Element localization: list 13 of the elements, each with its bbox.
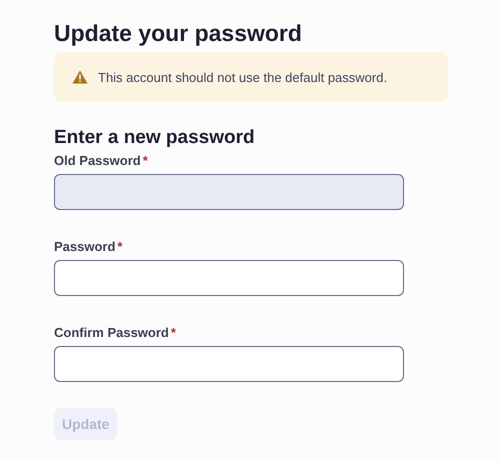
password-field[interactable]: [54, 174, 404, 210]
required-mark: *: [142, 152, 148, 168]
field-label: Old Password: [54, 152, 141, 168]
password-field[interactable]: [54, 260, 404, 296]
password-field[interactable]: [54, 346, 404, 382]
alert-message: This account should not use the default password.: [98, 70, 388, 84]
page-title: Update your password: [54, 19, 303, 48]
field-label: Confirm Password: [54, 324, 169, 340]
required-mark: *: [117, 238, 122, 254]
required-mark: *: [170, 324, 176, 340]
section-heading: Enter a new password: [54, 126, 256, 150]
warning-icon: [72, 70, 88, 84]
field-label: Password: [54, 238, 116, 254]
